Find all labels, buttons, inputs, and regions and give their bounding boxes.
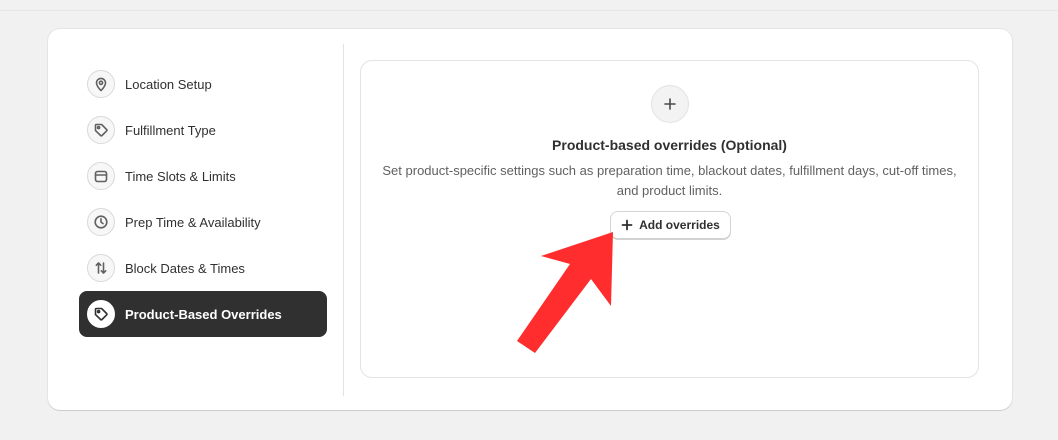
sidebar-item-block-dates[interactable]: Block Dates & Times	[79, 245, 327, 291]
sidebar-item-prep-time[interactable]: Prep Time & Availability	[79, 199, 327, 245]
sidebar-nav: Location Setup Fulfillment Type Time Slo…	[79, 61, 327, 337]
sidebar-item-label: Block Dates & Times	[125, 260, 245, 276]
arrows-up-down-icon	[87, 254, 115, 282]
sidebar-item-label: Location Setup	[125, 76, 212, 92]
sidebar-item-label: Fulfillment Type	[125, 122, 216, 138]
clock-icon	[87, 208, 115, 236]
sidebar-item-label: Time Slots & Limits	[125, 168, 236, 184]
tag-icon	[87, 116, 115, 144]
vertical-divider	[343, 44, 344, 396]
plus-icon	[621, 219, 633, 231]
location-pin-icon	[87, 70, 115, 98]
sidebar-item-product-overrides[interactable]: Product-Based Overrides	[79, 291, 327, 337]
add-overrides-label: Add overrides	[639, 218, 720, 232]
settings-card: Location Setup Fulfillment Type Time Slo…	[48, 29, 1012, 410]
sidebar-item-location-setup[interactable]: Location Setup	[79, 61, 327, 107]
tag-icon	[87, 300, 115, 328]
sidebar-item-time-slots[interactable]: Time Slots & Limits	[79, 153, 327, 199]
top-divider	[0, 10, 1058, 11]
overrides-empty-state: Product-based overrides (Optional) Set p…	[360, 60, 979, 378]
sidebar-item-fulfillment-type[interactable]: Fulfillment Type	[79, 107, 327, 153]
empty-state-description: Set product-specific settings such as pr…	[382, 163, 957, 198]
sidebar-item-label: Prep Time & Availability	[125, 214, 261, 230]
sidebar-item-label: Product-Based Overrides	[125, 306, 282, 322]
empty-state-title: Product-based overrides (Optional)	[552, 137, 787, 153]
calendar-icon	[87, 162, 115, 190]
add-overrides-button[interactable]: Add overrides	[610, 211, 731, 239]
plus-icon	[651, 85, 689, 123]
